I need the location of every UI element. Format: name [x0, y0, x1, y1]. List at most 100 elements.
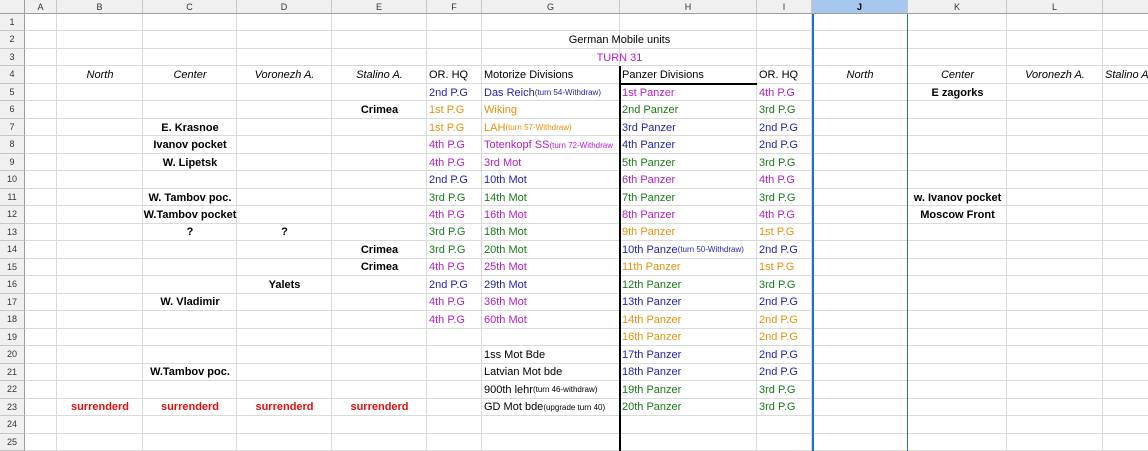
cell-g11[interactable]: 14th Mot	[482, 189, 620, 206]
cell-f5[interactable]: 2nd P.G	[427, 84, 482, 101]
cell-i15[interactable]: 1st P.G	[757, 259, 812, 276]
row-header-17[interactable]: 17	[0, 293, 25, 312]
cell-f18[interactable]: 4th P.G	[427, 311, 482, 328]
cell-i14[interactable]: 2nd P.G	[757, 241, 812, 258]
cell-c12[interactable]: W.Tambov pocket	[143, 206, 237, 223]
cell-g17[interactable]: 36th Mot	[482, 294, 620, 311]
cell-d13[interactable]: ?	[237, 224, 332, 241]
cell-c9[interactable]: W. Lipetsk	[143, 154, 237, 171]
column-header-c[interactable]: C	[143, 0, 237, 14]
cell-i6[interactable]: 3rd P.G	[757, 101, 812, 118]
cell-g21[interactable]: Latvian Mot bde	[482, 364, 620, 381]
cell-c8[interactable]: Ivanov pocket	[143, 136, 237, 153]
row-header-10[interactable]: 10	[0, 171, 25, 189]
row-header-3[interactable]: 3	[0, 48, 25, 67]
row-header-19[interactable]: 19	[0, 328, 25, 347]
cell-e14[interactable]: Crimea	[332, 241, 427, 258]
cell-f12[interactable]: 4th P.G	[427, 206, 482, 223]
cell-l4[interactable]: Voronezh A.	[1007, 66, 1103, 83]
cell-g8[interactable]: Totenkopf SS (turn 72-Withdraw	[482, 136, 620, 153]
cell-f9[interactable]: 4th P.G	[427, 154, 482, 171]
cell-h17[interactable]: 13th Panzer	[620, 294, 757, 311]
column-header-g[interactable]: G	[482, 0, 620, 14]
cell-f11[interactable]: 3rd P.G	[427, 189, 482, 206]
row-header-13[interactable]: 13	[0, 223, 25, 242]
cell-f4[interactable]: OR. HQ	[427, 66, 482, 83]
cell-h13[interactable]: 9th Panzer	[620, 224, 757, 241]
cell-h20[interactable]: 17th Panzer	[620, 346, 757, 363]
column-header-a[interactable]: A	[25, 0, 57, 14]
cell-j4[interactable]: North	[812, 66, 908, 83]
row-header-23[interactable]: 23	[0, 398, 25, 417]
cell-i11[interactable]: 3rd P.G	[757, 189, 812, 206]
column-header-i[interactable]: I	[757, 0, 812, 14]
row-header-11[interactable]: 11	[0, 188, 25, 207]
column-header-m[interactable]	[1103, 0, 1148, 14]
column-header-h[interactable]: H	[620, 0, 757, 14]
cell-h21[interactable]: 18th Panzer	[620, 364, 757, 381]
cell-g2[interactable]: German Mobile units	[482, 31, 757, 48]
cell-k4[interactable]: Center	[908, 66, 1007, 83]
spreadsheet-grid[interactable]: A B C D E F G H I J K L 1 2 3 4 5 6 7 8 9 10 11 12 13 14 15 16 17 18 1…	[0, 0, 1148, 451]
cell-g16[interactable]: 29th Mot	[482, 276, 620, 293]
cell-i8[interactable]: 2nd P.G	[757, 136, 812, 153]
row-header-15[interactable]: 15	[0, 258, 25, 277]
cell-f16[interactable]: 2nd P.G	[427, 276, 482, 293]
cell-g6[interactable]: Wiking	[482, 101, 620, 118]
cell-k12[interactable]: Moscow Front	[908, 206, 1007, 223]
cell-i5[interactable]: 4th P.G	[757, 84, 812, 101]
cell-m4[interactable]: Stalino A.	[1103, 66, 1148, 83]
cell-f14[interactable]: 3rd P.G	[427, 241, 482, 258]
row-header-14[interactable]: 14	[0, 241, 25, 259]
row-header-18[interactable]: 18	[0, 311, 25, 329]
cell-g20[interactable]: 1ss Mot Bde	[482, 346, 620, 363]
cell-e6[interactable]: Crimea	[332, 101, 427, 118]
row-header-5[interactable]: 5	[0, 83, 25, 102]
row-header-25[interactable]: 25	[0, 433, 25, 451]
cell-f8[interactable]: 4th P.G	[427, 136, 482, 153]
cell-h19[interactable]: 16th Panzer	[620, 329, 757, 346]
cell-g14[interactable]: 20th Mot	[482, 241, 620, 258]
cell-f17[interactable]: 4th P.G	[427, 294, 482, 311]
cell-h15[interactable]: 11th Panzer	[620, 259, 757, 276]
column-header-k[interactable]: K	[908, 0, 1007, 14]
cell-d4[interactable]: Voronezh A.	[237, 66, 332, 83]
cell-d23[interactable]: surrenderd	[237, 399, 332, 416]
row-header-6[interactable]: 6	[0, 101, 25, 119]
row-header-2[interactable]: 2	[0, 31, 25, 49]
row-header-9[interactable]: 9	[0, 153, 25, 172]
cell-i22[interactable]: 3rd P.G	[757, 381, 812, 398]
cell-h6[interactable]: 2nd Panzer	[620, 101, 757, 118]
row-header-4[interactable]: 4	[0, 66, 25, 84]
cell-h22[interactable]: 19th Panzer	[620, 381, 757, 398]
cell-i4[interactable]: OR. HQ	[757, 66, 812, 83]
cell-c23[interactable]: surrenderd	[143, 399, 237, 416]
cell-f6[interactable]: 1st P.G	[427, 101, 482, 118]
column-header-l[interactable]: L	[1007, 0, 1103, 14]
cell-i20[interactable]: 2nd P.G	[757, 346, 812, 363]
cell-b23[interactable]: surrenderd	[57, 399, 143, 416]
column-header-j[interactable]: J	[812, 0, 908, 14]
cell-g3[interactable]: TURN 31	[482, 49, 757, 66]
cell-f7[interactable]: 1st P.G	[427, 119, 482, 136]
row-header-12[interactable]: 12	[0, 206, 25, 224]
cell-e15[interactable]: Crimea	[332, 259, 427, 276]
cell-g15[interactable]: 25th Mot	[482, 259, 620, 276]
cell-f13[interactable]: 3rd P.G	[427, 224, 482, 241]
cell-g12[interactable]: 16th Mot	[482, 206, 620, 223]
column-header-e[interactable]: E	[332, 0, 427, 14]
cell-h11[interactable]: 7th Panzer	[620, 189, 757, 206]
cell-h5[interactable]: 1st Panzer	[620, 84, 757, 101]
cell-f10[interactable]: 2nd P.G	[427, 171, 482, 188]
row-header-1[interactable]: 1	[0, 14, 25, 32]
cell-f15[interactable]: 4th P.G	[427, 259, 482, 276]
cell-c4[interactable]: Center	[143, 66, 237, 83]
cell-e4[interactable]: Stalino A.	[332, 66, 427, 83]
cell-e23[interactable]: surrenderd	[332, 399, 427, 416]
cell-c21[interactable]: W.Tambov poc.	[143, 364, 237, 381]
cell-i17[interactable]: 2nd P.G	[757, 294, 812, 311]
cell-h10[interactable]: 6th Panzer	[620, 171, 757, 188]
cell-i19[interactable]: 2nd P.G	[757, 329, 812, 346]
cell-h9[interactable]: 5th Panzer	[620, 154, 757, 171]
cell-h18[interactable]: 14th Panzer	[620, 311, 757, 328]
